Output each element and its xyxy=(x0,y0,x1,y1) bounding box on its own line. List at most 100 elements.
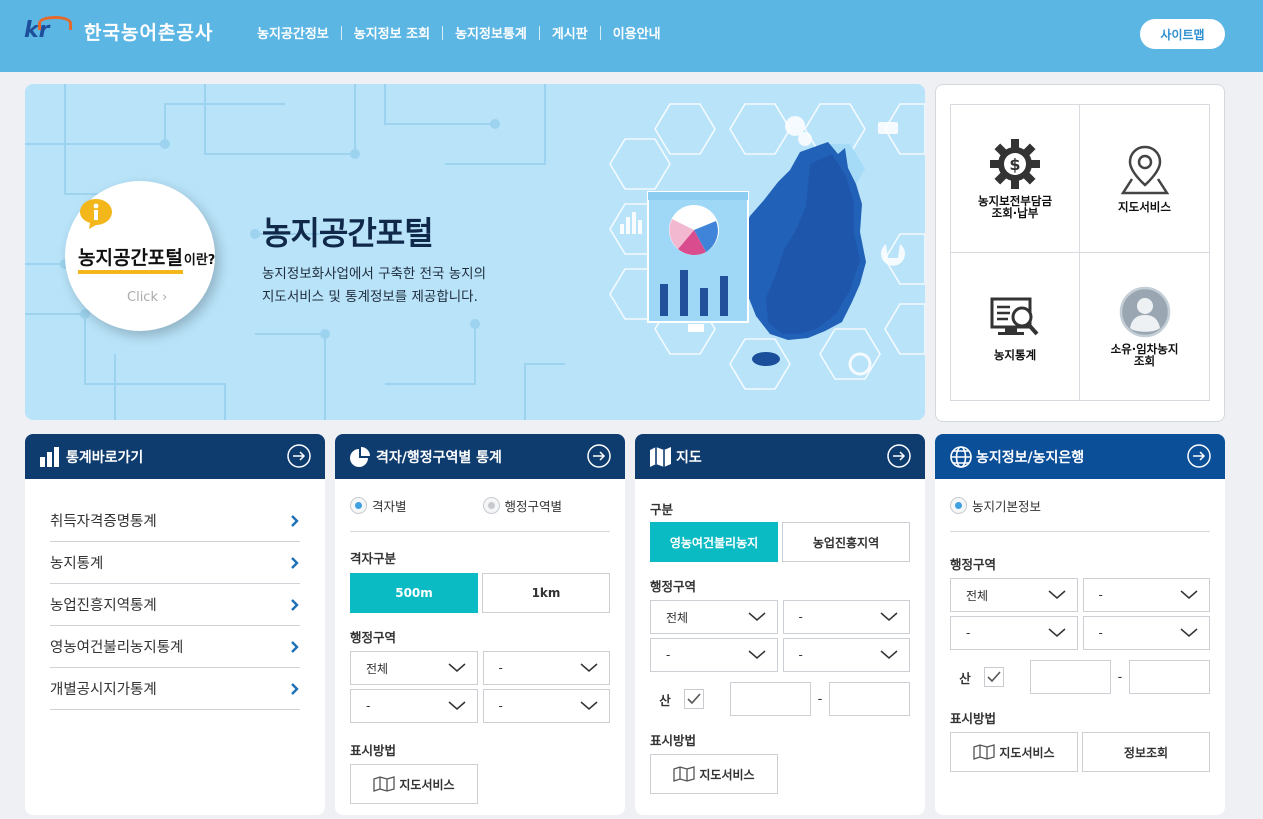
chevron-right-icon xyxy=(291,640,299,653)
chevron-down-icon xyxy=(448,663,465,672)
stat-link-label: 농업진흥지역통계 xyxy=(50,598,157,614)
hero-banner: 농지공간포털이란? Click › 농지공간포털 농지정보화사업에서 구축한 전… xyxy=(25,84,925,420)
nav-item-guide[interactable]: 이용안내 xyxy=(613,23,661,42)
chevron-down-icon xyxy=(1180,590,1198,599)
sub-lot-number-input[interactable] xyxy=(1129,660,1210,694)
quick-link-map-service[interactable]: 지도서비스 xyxy=(1080,105,1209,253)
grid-admin-stats-card: 격자/행정구역별 통계 격자별 행정구역별 격자구분 500m 1km 행정구역… xyxy=(335,434,625,815)
folded-map-icon xyxy=(650,446,671,467)
card-title: 지도 xyxy=(676,449,702,466)
nav-item-farmland-lookup[interactable]: 농지정보 조회 xyxy=(354,23,430,42)
quick-link-label: 농지통계 xyxy=(993,348,1037,363)
mountain-lot-label: 산 xyxy=(659,692,671,708)
info-lookup-button[interactable]: 정보조회 xyxy=(1082,732,1210,772)
grid-500m-button[interactable]: 500m xyxy=(350,573,478,613)
chevron-down-icon xyxy=(1048,628,1065,637)
radio-indicator xyxy=(482,496,500,514)
sido-select[interactable]: 전체 xyxy=(950,578,1078,612)
circle-arrow-right-icon[interactable] xyxy=(887,444,911,468)
circle-arrow-right-icon[interactable] xyxy=(1187,444,1211,468)
stat-link-unfavorable[interactable]: 영농여건불리농지통계 xyxy=(50,626,300,668)
grid-1km-button[interactable]: 1km xyxy=(482,573,610,613)
hero-title: 농지공간포털 xyxy=(262,214,434,252)
nav-item-board[interactable]: 게시판 xyxy=(552,23,588,42)
sitemap-button[interactable]: 사이트맵 xyxy=(1140,19,1225,49)
stat-type-radio-group: 격자별 행정구역별 xyxy=(350,479,610,532)
map-service-button[interactable]: 지도서비스 xyxy=(950,732,1078,772)
lot-number-row: 산 - xyxy=(650,682,910,716)
radio-indicator xyxy=(350,496,367,514)
quick-link-ownership-lookup[interactable]: 소유·임차농지 조회 xyxy=(1080,253,1209,401)
logo-text: 한국농어촌공사 xyxy=(84,21,214,44)
display-section-label: 표시방법 xyxy=(350,743,397,758)
hero-description-line1: 농지정보화사업에서 구축한 전국 농지의 xyxy=(262,266,487,282)
display-section-label: 표시방법 xyxy=(650,733,697,748)
krc-logo-mark: kr xyxy=(24,16,76,46)
bar-chart-icon xyxy=(40,446,59,467)
map-type-toggle: 영농여건불리농지 농업진흥지역 xyxy=(650,522,910,562)
nav-item-farmland-stats[interactable]: 농지정보통계 xyxy=(455,23,527,42)
sido-select[interactable]: 전체 xyxy=(650,600,778,634)
logo[interactable]: kr 한국농어촌공사 xyxy=(24,16,213,46)
quick-link-conservation-charge[interactable]: $ 농지보전부담금 조회·납부 xyxy=(951,105,1080,253)
chevron-down-icon xyxy=(1180,628,1198,637)
chevron-right-icon xyxy=(291,556,299,569)
admin-select-row: 전체 - xyxy=(650,600,910,634)
admin-section-label: 행정구역 xyxy=(350,630,397,645)
ri-select[interactable]: - xyxy=(482,689,610,723)
stats-link-list: 취득자격증명통계 농지통계 농업진흥지역통계 영농여건불리농지통계 개별공시지가… xyxy=(50,500,300,710)
card-title: 격자/행정구역별 통계 xyxy=(376,449,502,466)
main-lot-number-input[interactable] xyxy=(730,682,811,716)
circle-arrow-right-icon[interactable] xyxy=(587,444,611,468)
main-lot-number-input[interactable] xyxy=(1030,660,1111,694)
eupmyeondong-select[interactable]: - xyxy=(350,689,478,723)
radio-by-admin[interactable]: 행정구역별 xyxy=(482,496,562,515)
stat-link-acquisition[interactable]: 취득자격증명통계 xyxy=(50,500,300,542)
info-icon xyxy=(80,199,112,229)
sub-lot-number-input[interactable] xyxy=(829,682,910,716)
radio-by-grid[interactable]: 격자별 xyxy=(350,496,407,515)
admin-section-label: 행정구역 xyxy=(650,579,697,594)
monitor-search-icon xyxy=(990,297,1039,336)
eupmyeondong-select[interactable]: - xyxy=(650,638,778,672)
card-body: 농지기본정보 행정구역 전체 - - - 산 - 표시방법 지도서비스 정보조회 xyxy=(950,479,1210,772)
admin-select-row: - - xyxy=(350,689,610,723)
sido-select[interactable]: 전체 xyxy=(350,651,478,685)
chevron-right-icon xyxy=(291,598,299,611)
mountain-lot-checkbox[interactable] xyxy=(684,689,704,709)
card-title: 통계바로가기 xyxy=(66,449,144,466)
eupmyeondong-select[interactable]: - xyxy=(950,616,1078,650)
map-service-button[interactable]: 지도서비스 xyxy=(650,754,778,794)
quick-link-farmland-stats[interactable]: 농지통계 xyxy=(951,252,1080,400)
chevron-down-icon xyxy=(448,701,465,710)
top-bar: kr 한국농어촌공사 농지공간정보 농지정보 조회 농지정보통계 게시판 이용안… xyxy=(0,0,1263,72)
quick-links-grid: $ 농지보전부담금 조회·납부 지도서비스 농지통계 소유·임차농지 조회 xyxy=(950,104,1210,401)
promotion-area-button[interactable]: 농업진흥지역 xyxy=(782,522,910,562)
radio-basic-info[interactable]: 농지기본정보 xyxy=(950,496,1041,515)
lot-dash: - xyxy=(1117,669,1123,685)
quick-links-panel: $ 농지보전부담금 조회·납부 지도서비스 농지통계 소유·임차농지 조회 xyxy=(935,84,1225,422)
unfavorable-farmland-button[interactable]: 영농여건불리농지 xyxy=(650,522,778,562)
ri-select[interactable]: - xyxy=(1082,616,1210,650)
circle-arrow-right-icon[interactable] xyxy=(287,444,311,468)
chevron-down-icon xyxy=(748,650,765,659)
nav-item-spatial-info[interactable]: 농지공간정보 xyxy=(257,23,329,42)
stat-link-land-price[interactable]: 개별공시지가통계 xyxy=(50,668,300,710)
ri-select[interactable]: - xyxy=(782,638,910,672)
card-title: 농지정보/농지은행 xyxy=(976,449,1085,466)
sigungu-select[interactable]: - xyxy=(782,600,910,634)
portal-intro-circle[interactable]: 농지공간포털이란? Click › xyxy=(65,181,215,331)
check-icon xyxy=(987,671,1001,683)
stat-link-promotion-area[interactable]: 농업진흥지역통계 xyxy=(50,584,300,626)
stat-link-label: 개별공시지가통계 xyxy=(50,682,157,698)
sigungu-select[interactable]: - xyxy=(1082,578,1210,612)
map-service-button[interactable]: 지도서비스 xyxy=(350,764,478,804)
display-button-row: 지도서비스 정보조회 xyxy=(950,732,1210,772)
stat-link-farmland[interactable]: 농지통계 xyxy=(50,542,300,584)
chevron-right-icon xyxy=(291,682,299,695)
mountain-lot-checkbox[interactable] xyxy=(984,667,1004,687)
chevron-right-icon xyxy=(291,514,299,527)
main-nav: 농지공간정보 농지정보 조회 농지정보통계 게시판 이용안내 xyxy=(257,23,661,42)
stat-link-label: 농지통계 xyxy=(50,556,104,572)
sigungu-select[interactable]: - xyxy=(482,651,610,685)
